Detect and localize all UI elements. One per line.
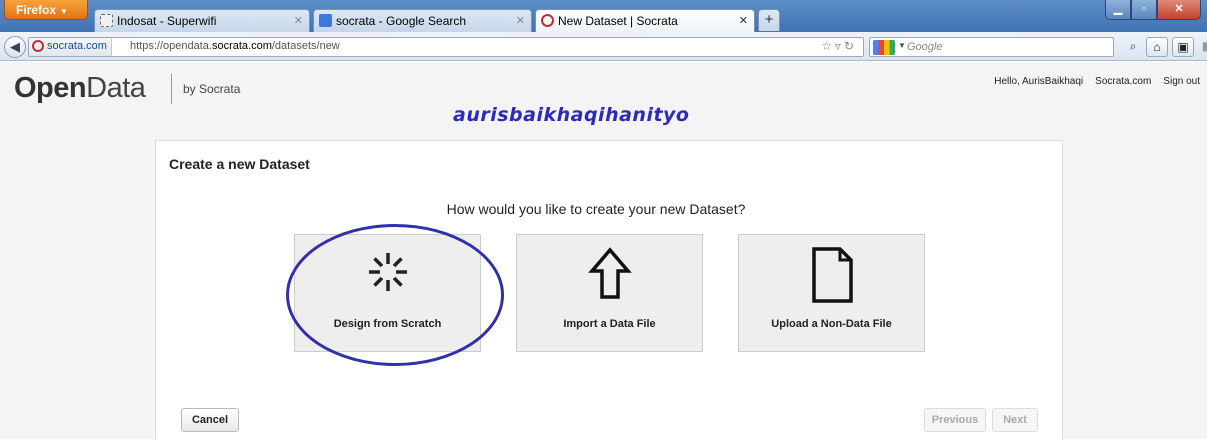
logo-data: Data <box>86 72 146 104</box>
wizard-question: How would you like to create your new Da… <box>446 201 746 217</box>
maximize-button[interactable]: ▫ <box>1131 0 1157 20</box>
user-greeting[interactable]: Hello, AurisBaikhaqi <box>994 76 1083 87</box>
previous-button[interactable]: Previous <box>924 408 986 432</box>
chevron-down-icon: ▼ <box>898 41 906 50</box>
url-text: https://opendata.socrata.com/datasets/ne… <box>130 40 340 52</box>
minimize-button[interactable]: ▁ <box>1105 0 1131 20</box>
signal-icon: ▮ <box>1201 39 1207 53</box>
upload-arrow-icon <box>587 247 632 299</box>
import-data-file-option[interactable]: Import a Data File <box>516 234 703 352</box>
url-bar[interactable]: socrata.com https://opendata.socrata.com… <box>28 37 864 57</box>
annotation-circle <box>286 224 504 366</box>
socrata-icon <box>541 14 554 27</box>
panel-title: Create a new Dataset <box>169 156 310 172</box>
option-label: Import a Data File <box>563 318 656 330</box>
logo-open: Open <box>14 72 87 104</box>
plus-icon: + <box>764 11 774 28</box>
upload-non-data-file-option[interactable]: Upload a Non-Data File <box>738 234 925 352</box>
bookmark-star-icon[interactable]: ☆▿↻ <box>821 39 857 53</box>
search-input[interactable]: Google <box>907 41 942 53</box>
next-button[interactable]: Next <box>992 408 1038 432</box>
back-arrow-icon: ◀ <box>10 39 20 54</box>
sign-out-link[interactable]: Sign out <box>1163 76 1200 87</box>
by-socrata-label: by Socrata <box>183 82 241 96</box>
page-content: OpenData by Socrata aurisbaikhaqihanityo… <box>0 62 1207 440</box>
window-controls: ▁ ▫ ✕ <box>1105 0 1201 20</box>
tab-google-search[interactable]: socrata - Google Search ✕ <box>313 9 532 32</box>
window-close-button[interactable]: ✕ <box>1157 0 1201 20</box>
tab-title: New Dataset | Socrata <box>558 14 678 28</box>
tab-title: Indosat - Superwifi <box>117 14 217 28</box>
tab-indosat[interactable]: Indosat - Superwifi ✕ <box>94 9 310 32</box>
watermark-text: aurisbaikhaqihanityo <box>453 104 690 126</box>
browser-titlebar: Firefox ▼ Indosat - Superwifi ✕ socrata -… <box>0 0 1207 32</box>
site-identity-button[interactable]: socrata.com <box>29 38 112 56</box>
tab-title: socrata - Google Search <box>336 14 467 28</box>
google-search-engine-icon[interactable] <box>873 40 895 55</box>
addon-icon[interactable]: ▣ <box>1172 37 1194 57</box>
toolbar-icons: ⌕ ⌂ ▣ ▮ <box>1124 37 1207 57</box>
user-nav: Hello, AurisBaikhaqi Socrata.com Sign ou… <box>994 76 1200 87</box>
new-tab-button[interactable]: + <box>758 9 780 31</box>
site-identity-label: socrata.com <box>47 40 107 52</box>
site-favicon-icon <box>32 40 44 52</box>
close-icon[interactable]: ✕ <box>739 14 748 27</box>
socrata-link[interactable]: Socrata.com <box>1095 76 1151 87</box>
google-icon <box>319 14 332 27</box>
firefox-menu-label: Firefox <box>16 3 57 17</box>
search-bar[interactable]: ▼ Google <box>869 37 1114 57</box>
chevron-down-icon: ▼ <box>60 7 68 16</box>
firefox-menu-button[interactable]: Firefox ▼ <box>4 0 88 20</box>
cancel-button[interactable]: Cancel <box>181 408 239 432</box>
close-icon[interactable]: ✕ <box>516 14 525 27</box>
close-icon[interactable]: ✕ <box>294 14 303 27</box>
blank-page-icon <box>100 14 113 27</box>
tab-new-dataset[interactable]: New Dataset | Socrata ✕ <box>535 9 755 32</box>
back-button[interactable]: ◀ <box>4 36 26 58</box>
logo-divider <box>171 74 172 104</box>
document-icon <box>811 247 853 303</box>
search-icon[interactable]: ⌕ <box>1124 37 1142 57</box>
home-icon[interactable]: ⌂ <box>1146 37 1168 57</box>
opendata-logo[interactable]: OpenData <box>14 72 146 105</box>
browser-navbar: ◀ socrata.com https://opendata.socrata.c… <box>0 32 1207 61</box>
option-label: Upload a Non-Data File <box>771 318 892 330</box>
